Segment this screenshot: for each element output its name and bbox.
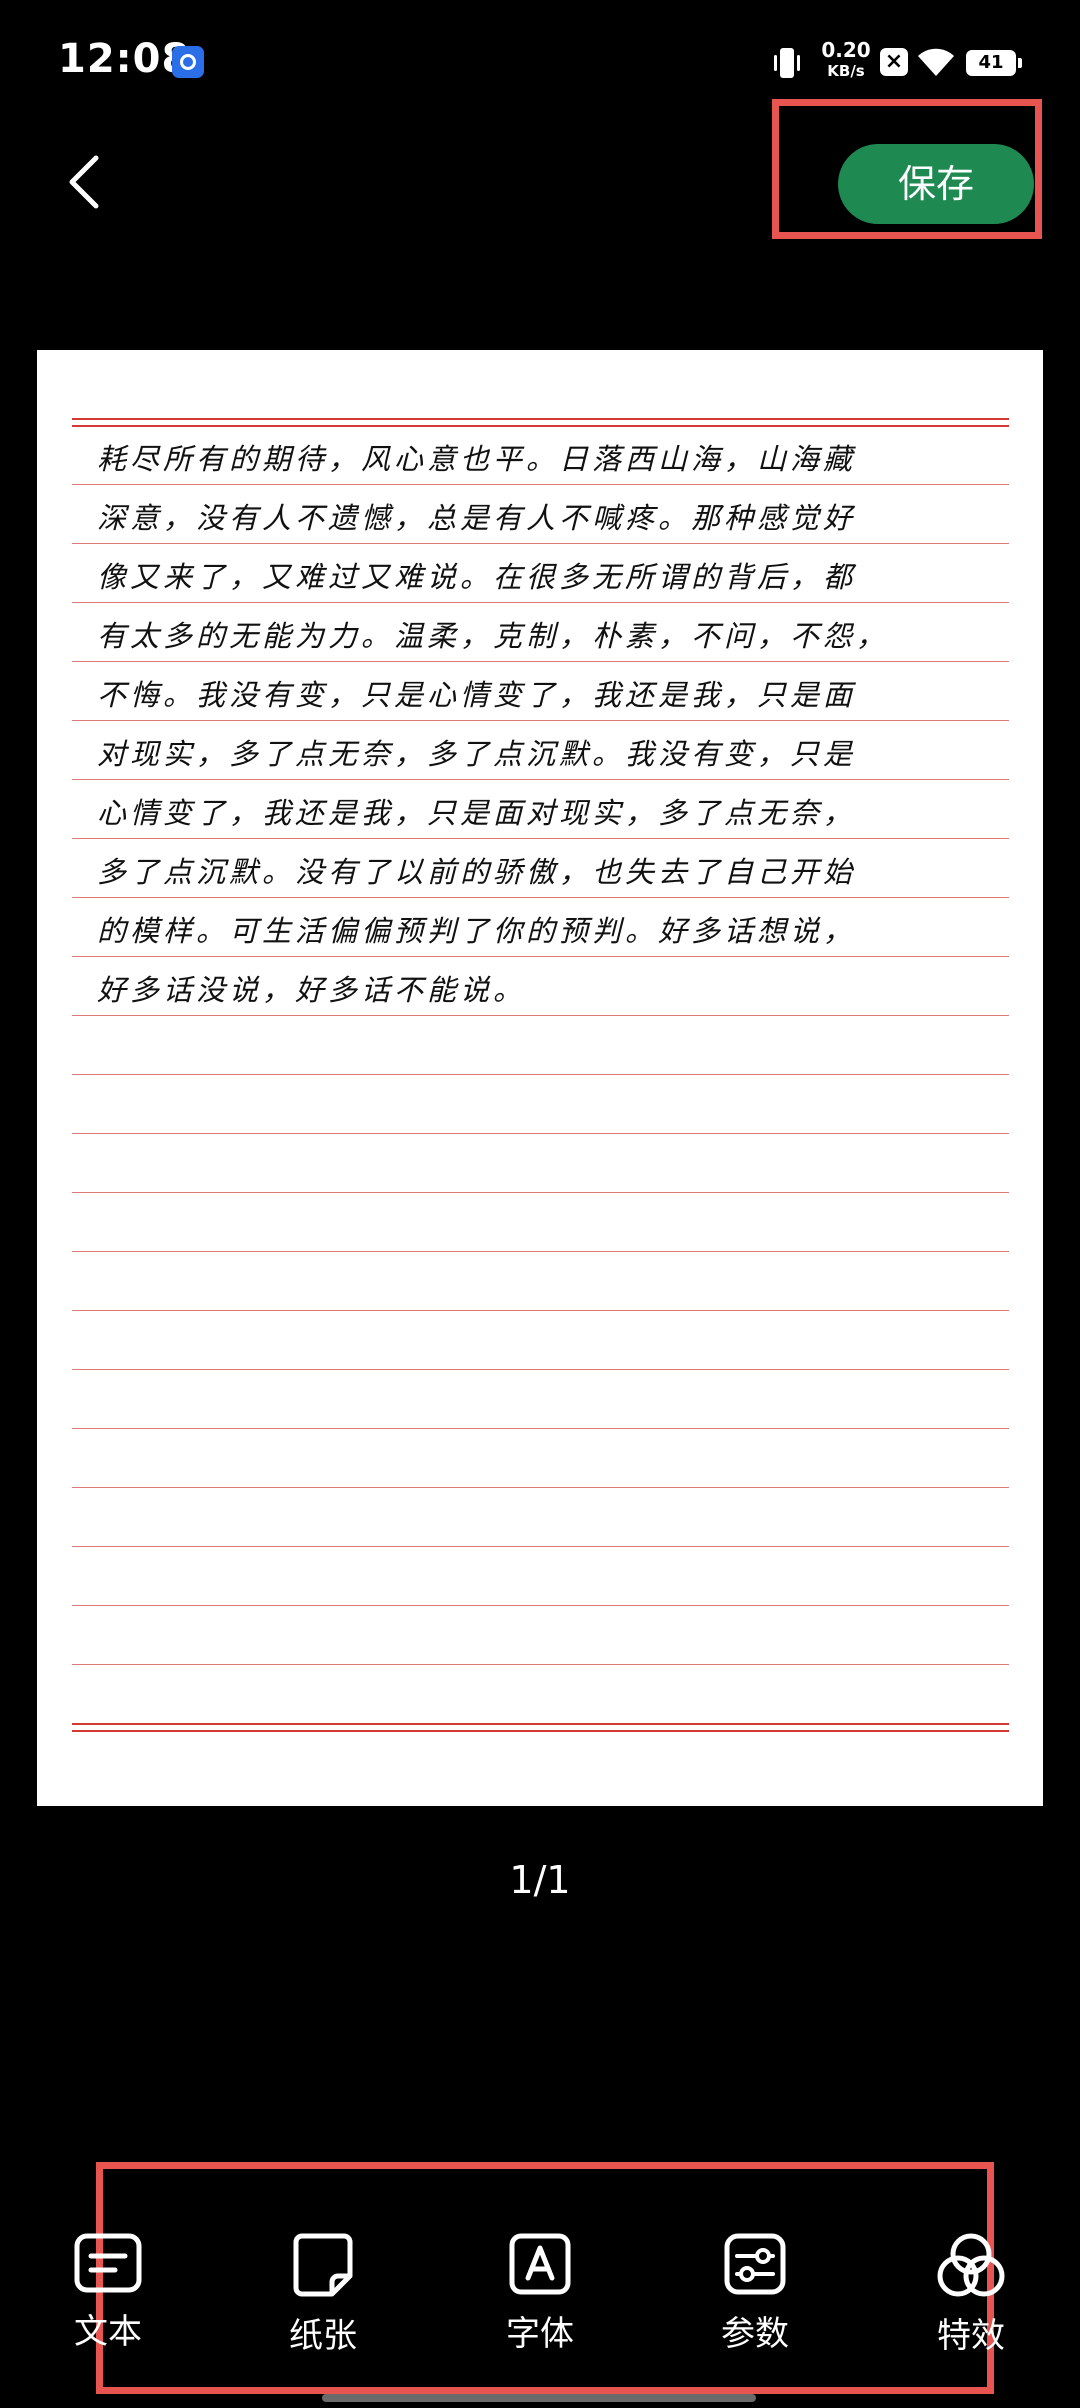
ruled-line [72,779,1009,780]
handwriting-line: 像又来了，又难过又难说。在很多无所谓的背后，都 [97,560,857,594]
top-border-rule [72,418,1009,420]
ruled-line [72,1428,1009,1429]
ruled-line [72,897,1009,898]
bottom-border-rule [72,1723,1009,1725]
wifi-icon [918,48,954,76]
paper-preview: 耗尽所有的期待，风心意也平。日落西山海，山海藏 深意，没有人不遗憾，总是有人不喊… [37,350,1043,1806]
font-icon [509,2233,571,2295]
effects-icon [937,2233,1005,2297]
handwriting-line: 的模样。可生活偏偏预判了你的预判。好多话想说， [97,914,857,948]
top-border-rule-inner [72,425,1009,427]
ruled-line [72,484,1009,485]
ruled-line [72,1251,1009,1252]
ruled-line [72,720,1009,721]
handwriting-line: 对现实，多了点无奈，多了点沉默。我没有变，只是 [97,737,857,771]
ruled-line [72,1310,1009,1311]
ruled-line [72,602,1009,603]
ruled-line [72,1664,1009,1665]
tool-paper-label: 纸张 [289,2316,357,2356]
page-indicator: 1/1 [509,1858,571,1902]
network-speed-unit: KB/s [827,62,865,80]
network-speed: 0.20 KB/s [818,40,874,81]
tool-text[interactable]: 文本 [43,2232,173,2362]
tool-params-label: 参数 [721,2314,789,2354]
vibrate-icon [774,48,800,78]
ruled-line [72,956,1009,957]
tool-font-label: 字体 [506,2314,574,2354]
handwriting-line: 不悔。我没有变，只是心情变了，我还是我，只是面 [97,678,857,712]
handwriting-line: 深意，没有人不遗憾，总是有人不喊疼。那种感觉好 [97,501,857,535]
status-time: 12:08 [58,36,191,82]
network-speed-value: 0.20 [821,38,871,62]
ruled-line [72,543,1009,544]
tool-effects[interactable]: 特效 [906,2232,1036,2362]
handwriting-line: 有太多的无能为力。温柔，克制，朴素，不问，不怨， [97,619,890,653]
params-icon [724,2233,786,2295]
paper-icon [293,2233,353,2297]
ruled-line [72,1133,1009,1134]
handwriting-line: 好多话没说，好多话不能说。 [97,973,527,1007]
handwriting-line: 多了点沉默。没有了以前的骄傲，也失去了自己开始 [97,855,857,889]
tool-params[interactable]: 参数 [690,2232,820,2362]
text-icon [74,2233,142,2293]
ruled-line [72,838,1009,839]
ruled-line [72,1546,1009,1547]
screen: 12:08 0.20 KB/s × 41 保存 耗尽所有的期待，风心意也平。日落… [0,0,1080,2408]
ruled-line [72,1074,1009,1075]
handwriting-line: 耗尽所有的期待，风心意也平。日落西山海，山海藏 [97,442,857,476]
ruled-line [72,1369,1009,1370]
tool-font[interactable]: 字体 [475,2232,605,2362]
handwriting-line: 心情变了，我还是我，只是面对现实，多了点无奈， [97,796,857,830]
tool-paper[interactable]: 纸张 [258,2232,388,2362]
ruled-line [72,1487,1009,1488]
ruled-line [72,1192,1009,1193]
tool-effects-label: 特效 [937,2316,1005,2356]
ruled-line [72,1015,1009,1016]
bottom-border-rule-inner [72,1730,1009,1732]
app-notification-icon [172,46,204,78]
back-icon[interactable] [62,152,112,212]
save-button[interactable]: 保存 [838,144,1034,224]
ruled-line [72,1605,1009,1606]
battery-indicator: 41 [966,50,1022,76]
home-indicator[interactable] [322,2394,756,2402]
tool-text-label: 文本 [74,2312,142,2352]
ruled-line [72,661,1009,662]
no-sim-icon: × [880,48,908,76]
